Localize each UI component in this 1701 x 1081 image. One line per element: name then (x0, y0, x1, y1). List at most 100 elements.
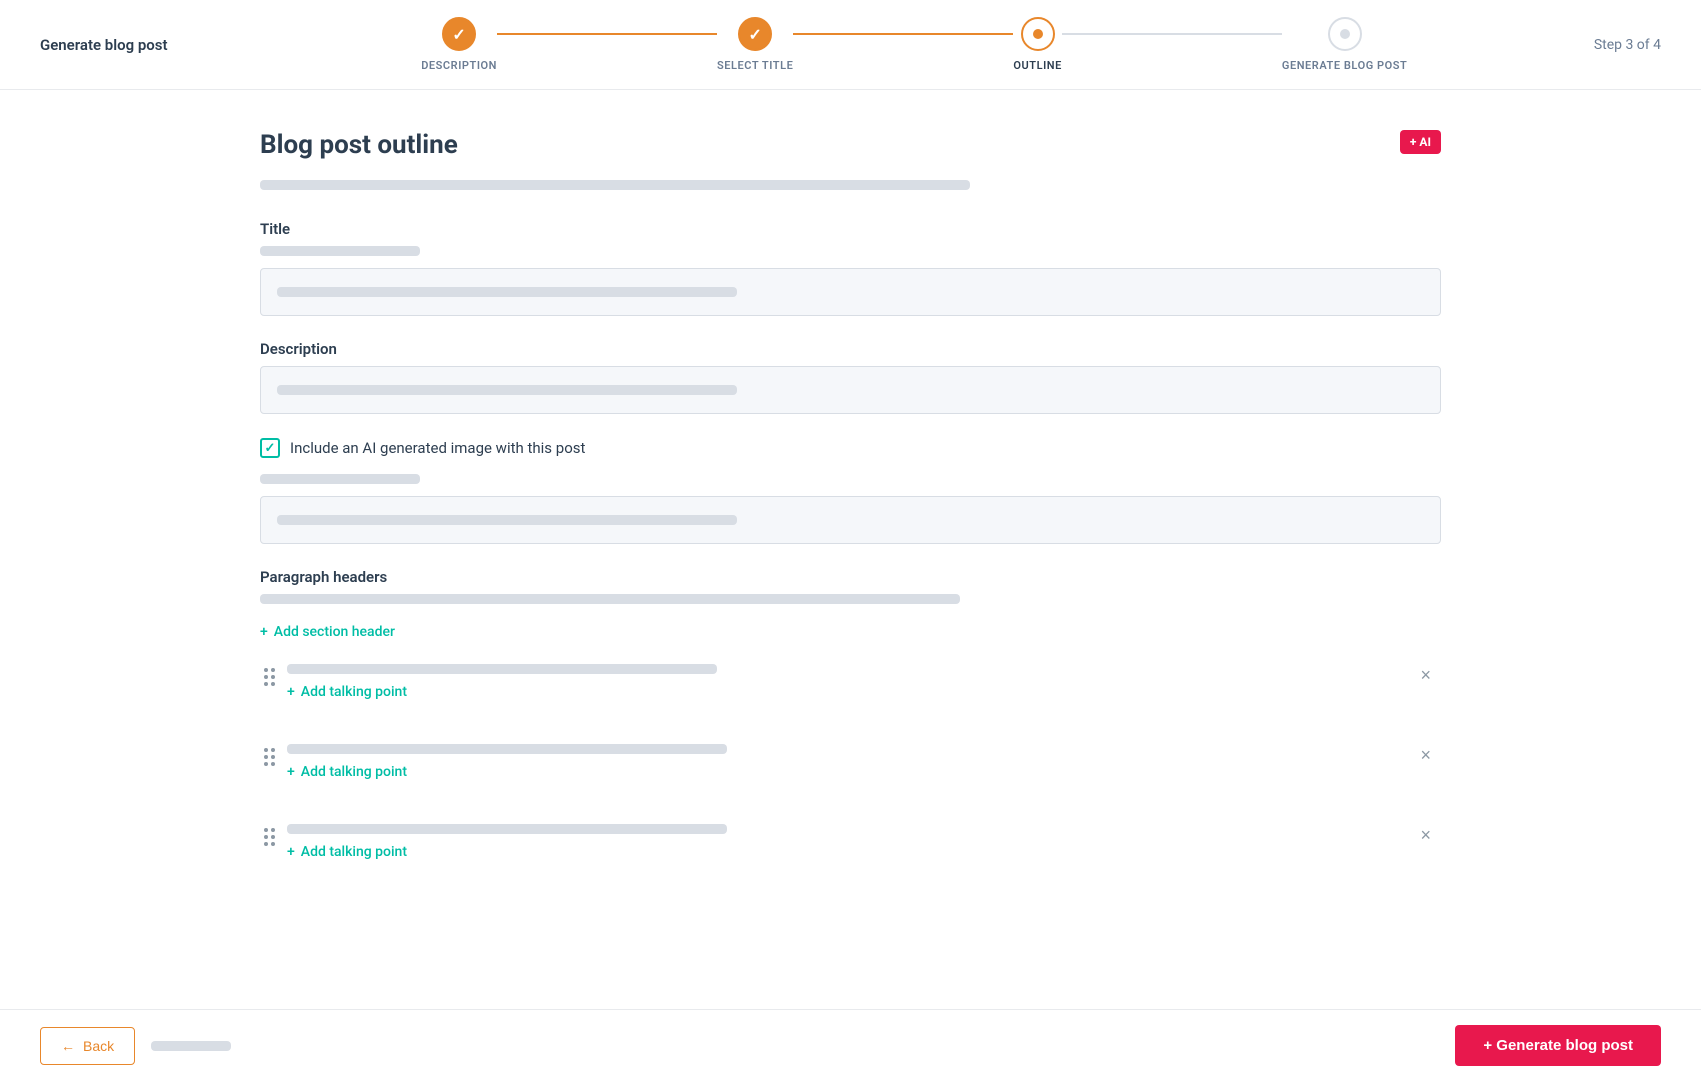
connector-3 (1062, 33, 1282, 35)
step-outline: OUTLINE (1013, 17, 1062, 72)
drag-dot-row-2 (264, 755, 275, 759)
back-label: Back (83, 1038, 114, 1054)
connector-2 (793, 33, 1013, 35)
drag-dot-row (264, 682, 275, 686)
drag-handle-3[interactable] (264, 824, 275, 846)
add-talking-point-label-2: Add talking point (301, 764, 407, 780)
paragraph-divider-skeleton (260, 594, 960, 604)
footer-skeleton (151, 1041, 231, 1051)
title-input[interactable] (260, 268, 1441, 316)
inactive-dot (1340, 29, 1350, 39)
drag-dot-3 (271, 828, 275, 832)
drag-dot (264, 668, 268, 672)
footer-left: ← Back (40, 1027, 231, 1065)
top-skeleton (260, 180, 970, 190)
drag-dot-3 (264, 842, 268, 846)
step-label-select-title: SELECT TITLE (717, 59, 793, 72)
add-talking-point-label-3: Add talking point (301, 844, 407, 860)
remove-paragraph-2[interactable]: × (1414, 744, 1437, 766)
paragraph-headers-label: Paragraph headers (260, 568, 1441, 586)
plus-icon-1: + (287, 684, 295, 700)
description-section-label: Description (260, 340, 1441, 358)
drag-dot (271, 675, 275, 679)
drag-dot-2 (264, 762, 268, 766)
add-talking-point-1[interactable]: + Add talking point (287, 684, 1402, 700)
drag-dot-2 (264, 748, 268, 752)
add-talking-point-label-1: Add talking point (301, 684, 407, 700)
step-circle-description: ✓ (442, 17, 476, 51)
drag-dot-row-2 (264, 748, 275, 752)
drag-dot (264, 675, 268, 679)
drag-dot-2 (271, 748, 275, 752)
drag-dot-row-3 (264, 835, 275, 839)
drag-dot (264, 682, 268, 686)
back-button[interactable]: ← Back (40, 1027, 135, 1065)
step-generate: GENERATE BLOG POST (1282, 17, 1407, 72)
drag-dot (271, 682, 275, 686)
para-skeleton-3 (287, 824, 727, 834)
main-content: Blog post outline + AI Title Description… (0, 90, 1701, 1004)
paragraph-item-3: + Add talking point × (260, 824, 1441, 884)
step-circle-select-title: ✓ (738, 17, 772, 51)
drag-dot-row-3 (264, 842, 275, 846)
stepper: ✓ DESCRIPTION ✓ SELECT TITLE OUTLINE (168, 17, 1661, 72)
app-title: Generate blog post (40, 36, 168, 54)
ai-image-input-skeleton (277, 515, 737, 525)
step-select-title: ✓ SELECT TITLE (717, 17, 793, 72)
para-skeleton-2 (287, 744, 727, 754)
description-input[interactable] (260, 366, 1441, 414)
ai-image-checkbox[interactable]: ✓ (260, 438, 280, 458)
footer: ← Back + Generate blog post (0, 1009, 1701, 1081)
add-talking-point-2[interactable]: + Add talking point (287, 764, 1402, 780)
ai-image-sublabel-skeleton (260, 474, 420, 484)
para-skeleton-1 (287, 664, 717, 674)
drag-dot (271, 668, 275, 672)
ai-image-row: ✓ Include an AI generated image with thi… (260, 438, 1441, 458)
paragraph-content-3: + Add talking point (287, 824, 1402, 884)
drag-handle-1[interactable] (264, 664, 275, 686)
paragraph-item-1: + Add talking point × (260, 664, 1441, 724)
ai-image-label: Include an AI generated image with this … (290, 439, 585, 457)
step-circle-outline (1021, 17, 1055, 51)
step-description: ✓ DESCRIPTION (421, 17, 497, 72)
plus-icon-2: + (287, 764, 295, 780)
generate-label: + Generate blog post (1483, 1037, 1633, 1054)
add-section-header-link[interactable]: + Add section header (260, 624, 1441, 640)
drag-dot-2 (271, 762, 275, 766)
add-section-header-label: Add section header (274, 624, 395, 640)
drag-dot-row (264, 668, 275, 672)
remove-paragraph-3[interactable]: × (1414, 824, 1437, 846)
title-sublabel-skeleton (260, 246, 420, 256)
step-label-outline: OUTLINE (1013, 59, 1062, 72)
drag-dot-3 (271, 835, 275, 839)
drag-dot-3 (264, 828, 268, 832)
page-header: Blog post outline + AI (260, 130, 1441, 160)
step-info: Step 3 of 4 (1594, 37, 1661, 53)
drag-dot-2 (264, 755, 268, 759)
connector-1 (497, 33, 717, 35)
ai-badge[interactable]: + AI (1400, 130, 1441, 154)
paragraph-content-2: + Add talking point (287, 744, 1402, 804)
plus-icon-3: + (287, 844, 295, 860)
plus-icon: + (260, 624, 268, 640)
paragraph-content-1: + Add talking point (287, 664, 1402, 724)
title-section-label: Title (260, 220, 1441, 238)
step-circle-generate (1328, 17, 1362, 51)
generate-blog-post-button[interactable]: + Generate blog post (1455, 1025, 1661, 1066)
drag-dot-row-3 (264, 828, 275, 832)
back-arrow-icon: ← (61, 1038, 75, 1054)
description-input-skeleton (277, 385, 737, 395)
drag-dot-row-2 (264, 762, 275, 766)
remove-paragraph-1[interactable]: × (1414, 664, 1437, 686)
checkbox-check-icon: ✓ (265, 441, 276, 456)
drag-dot-row (264, 675, 275, 679)
check-icon: ✓ (452, 25, 465, 44)
add-talking-point-3[interactable]: + Add talking point (287, 844, 1402, 860)
check-icon-2: ✓ (748, 25, 761, 44)
paragraph-item-2: + Add talking point × (260, 744, 1441, 804)
step-label-description: DESCRIPTION (421, 59, 497, 72)
step-label-generate: GENERATE BLOG POST (1282, 59, 1407, 72)
drag-dot-3 (271, 842, 275, 846)
ai-image-input[interactable] (260, 496, 1441, 544)
drag-handle-2[interactable] (264, 744, 275, 766)
